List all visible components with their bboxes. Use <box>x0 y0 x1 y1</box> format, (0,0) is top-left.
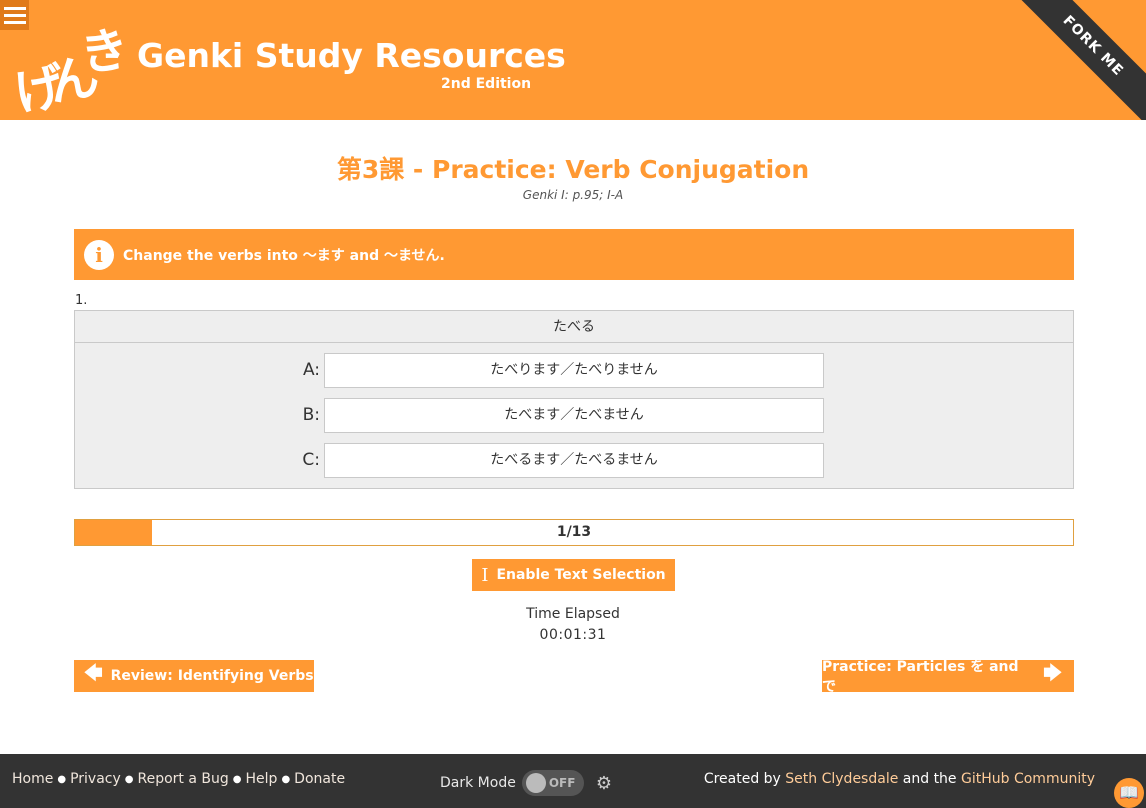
previous-lesson-label: Review: Identifying Verbs <box>110 668 314 684</box>
footer-separator: ● <box>232 773 242 785</box>
footer-link-report-bug[interactable]: Report a Bug <box>138 771 229 787</box>
footer-link-privacy[interactable]: Privacy <box>70 771 121 787</box>
footer-links: Home ● Privacy ● Report a Bug ● Help ● D… <box>12 771 345 787</box>
dark-mode-state: OFF <box>548 776 576 790</box>
enable-text-selection-button[interactable]: I Enable Text Selection <box>472 559 675 591</box>
answer-letter: B: <box>302 405 320 425</box>
site-footer: Home ● Privacy ● Report a Bug ● Help ● D… <box>0 754 1146 808</box>
genki-logo[interactable]: げ ん き <box>8 6 133 120</box>
time-elapsed-value: 00:01:31 <box>539 627 607 643</box>
next-lesson-button[interactable]: Practice: Particles を and で 🡆 <box>822 659 1074 695</box>
site-edition: 2nd Edition <box>441 76 532 92</box>
book-icon[interactable]: 📖 <box>1114 778 1144 808</box>
footer-link-help[interactable]: Help <box>246 771 278 787</box>
dark-mode-control: Dark Mode OFF ⚙ <box>440 770 612 796</box>
gear-icon[interactable]: ⚙ <box>596 773 612 794</box>
question-number: 1. <box>75 293 88 308</box>
progress-bar: 1/13 <box>74 519 1074 546</box>
enable-text-selection-label: Enable Text Selection <box>496 567 666 583</box>
arrow-left-icon: 🡄 <box>84 663 103 684</box>
credits-mid: and the <box>902 771 957 787</box>
info-icon: i <box>84 239 114 270</box>
footer-credits: Created by Seth Clydesdale and the GitHu… <box>704 771 1095 787</box>
footer-separator: ● <box>57 773 67 785</box>
answer-option-b[interactable]: たべます／たべません <box>324 398 824 433</box>
footer-separator: ● <box>281 773 291 785</box>
site-header: げ ん き Genki Study Resources 2nd Edition … <box>0 0 1146 120</box>
footer-link-home[interactable]: Home <box>12 771 53 787</box>
answer-option-c[interactable]: たべるます／たべるません <box>324 443 824 478</box>
answer-row-a: A: たべります／たべりません <box>75 353 1073 388</box>
credits-prefix: Created by <box>703 771 781 787</box>
footer-link-donate[interactable]: Donate <box>294 771 345 787</box>
next-lesson-label: Practice: Particles を and で <box>822 659 1019 695</box>
answer-row-c: C: たべるます／たべるません <box>75 443 1073 478</box>
dark-mode-toggle[interactable]: OFF <box>521 770 584 796</box>
credits-author-link[interactable]: Seth Clydesdale <box>785 771 898 787</box>
answer-letter: A: <box>302 360 320 380</box>
answer-row-b: B: たべます／たべません <box>75 398 1073 433</box>
dark-mode-label: Dark Mode <box>440 775 516 791</box>
credits-community-link[interactable]: GitHub Community <box>961 771 1095 787</box>
logo-kana-3: き <box>77 20 133 84</box>
page-title: 第3課 - Practice: Verb Conjugation <box>336 155 810 184</box>
instruction-text: Change the verbs into ～ます and ～ません. <box>123 247 445 264</box>
toggle-knob <box>525 773 546 793</box>
question-panel: たべる A: たべります／たべりません B: たべます／たべません C: たべる… <box>74 310 1074 489</box>
answer-letter: C: <box>302 450 320 470</box>
page-reference: Genki I: p.95; I-A <box>522 188 624 202</box>
previous-lesson-button[interactable]: 🡄 Review: Identifying Verbs <box>74 660 314 692</box>
arrow-right-icon: 🡆 <box>1043 663 1062 684</box>
footer-separator: ● <box>124 773 134 785</box>
fork-me-ribbon[interactable]: FORK ME <box>1006 0 1146 120</box>
instruction-banner: i Change the verbs into ～ます and ～ません. <box>74 229 1074 280</box>
text-cursor-icon: I <box>481 564 489 586</box>
site-title[interactable]: Genki Study Resources <box>137 36 566 75</box>
answer-option-a[interactable]: たべります／たべりません <box>324 353 824 388</box>
time-elapsed-label: Time Elapsed <box>526 606 620 622</box>
question-word: たべる <box>75 311 1073 343</box>
progress-label: 1/13 <box>556 524 592 540</box>
